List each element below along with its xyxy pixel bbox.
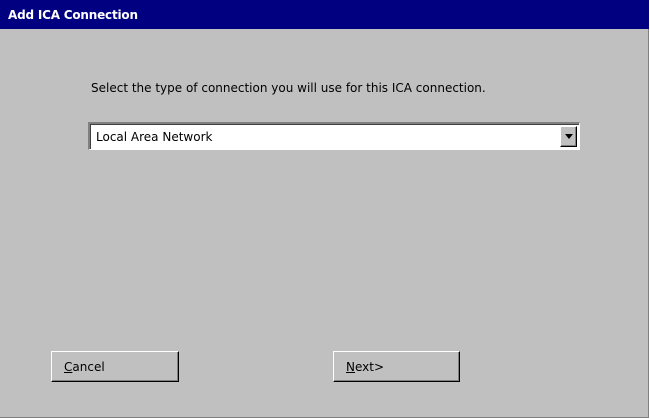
- connection-type-dropdown[interactable]: Local Area Network: [88, 122, 580, 150]
- cancel-button-label: Cancel: [64, 360, 105, 374]
- next-button[interactable]: Next>: [333, 351, 460, 382]
- next-label-rest: ext>: [354, 360, 385, 374]
- chevron-down-icon: [565, 134, 573, 139]
- next-mnemonic: N: [346, 360, 355, 374]
- add-ica-connection-dialog: Add ICA Connection Select the type of co…: [0, 0, 649, 418]
- connection-type-prompt: Select the type of connection you will u…: [91, 81, 486, 95]
- dialog-title-bar: Add ICA Connection: [0, 0, 649, 29]
- dialog-title: Add ICA Connection: [8, 8, 138, 22]
- cancel-button[interactable]: Cancel: [51, 351, 179, 382]
- cancel-label-rest: ancel: [72, 360, 105, 374]
- next-button-label: Next>: [346, 360, 384, 374]
- connection-type-selected-value: Local Area Network: [96, 130, 213, 144]
- dropdown-arrow-button[interactable]: [560, 126, 577, 147]
